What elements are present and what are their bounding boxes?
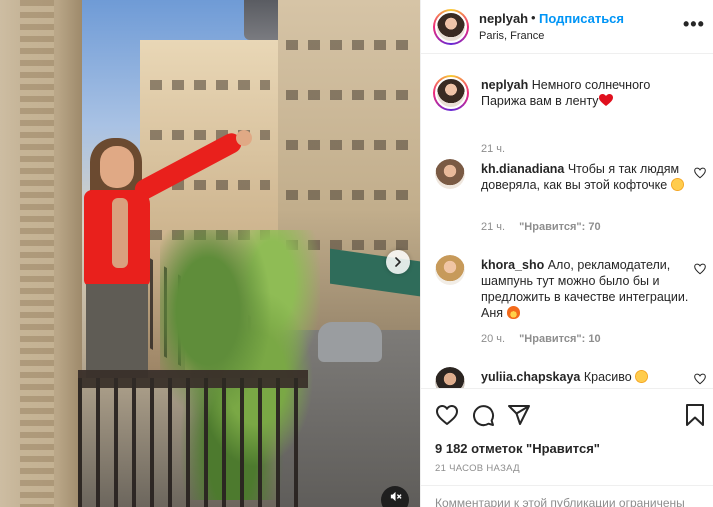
media-person	[84, 129, 252, 378]
post-location[interactable]: Paris, France	[479, 30, 544, 42]
caption-time: 21 ч.	[481, 143, 506, 155]
heart-eyes-face-emoji	[635, 370, 649, 383]
caption-avatar[interactable]	[433, 75, 469, 111]
fire-emoji	[506, 306, 520, 319]
comment-likes[interactable]: "Нравится": 10	[519, 333, 600, 345]
media-shutter	[20, 0, 54, 507]
post-actions: 9 182 отметок "Нравится" 21 ЧАСОВ НАЗАД …	[421, 388, 713, 507]
header-separator: •	[531, 10, 536, 25]
next-media-button[interactable]	[386, 250, 410, 274]
comment-icon[interactable]	[471, 403, 495, 427]
comments-list[interactable]: neplyah Немного солнечного Парижа вам в …	[421, 55, 713, 388]
comment-username[interactable]: khora_sho	[481, 258, 544, 272]
comment-avatar[interactable]	[435, 255, 465, 285]
more-options-button[interactable]: •••	[683, 14, 705, 35]
post-side-panel: neplyah • Подписаться Paris, France ••• …	[420, 0, 713, 507]
likes-count[interactable]: 9 182 отметок "Нравится"	[435, 441, 600, 456]
comment-meta: 21 ч. "Нравится": 70	[481, 221, 601, 233]
comment-body: Красиво	[583, 370, 632, 384]
post-header: neplyah • Подписаться Paris, France •••	[421, 0, 713, 54]
chevron-right-icon	[395, 257, 401, 267]
media-car	[318, 322, 382, 362]
post-timestamp: 21 ЧАСОВ НАЗАД	[435, 463, 520, 474]
comment-text: yuliia.chapskaya Красиво	[481, 369, 691, 385]
comment-like-heart-icon[interactable]	[694, 167, 706, 179]
comment-time: 21 ч.	[481, 221, 506, 233]
follow-button[interactable]: Подписаться	[539, 11, 624, 26]
comment-username[interactable]: yuliia.chapskaya	[481, 370, 580, 384]
comment-text: kh.dianadiana Чтобы я так людям доверяла…	[481, 161, 691, 193]
author-avatar[interactable]	[433, 9, 469, 45]
bookmark-icon[interactable]	[683, 403, 707, 427]
heart-icon[interactable]	[435, 403, 459, 427]
speaker-muted-icon	[390, 491, 402, 501]
post-media[interactable]	[0, 0, 420, 507]
comments-restricted-notice: Комментарии к этой публикации ограничены	[421, 485, 713, 507]
comment-like-heart-icon[interactable]	[694, 263, 706, 275]
paper-plane-icon[interactable]	[507, 403, 531, 427]
media-railing	[78, 370, 308, 507]
author-username[interactable]: neplyah	[479, 11, 528, 26]
heart-eyes-face-emoji	[670, 178, 684, 191]
comment-avatar[interactable]	[435, 159, 465, 189]
comment-avatar[interactable]	[435, 367, 465, 388]
caption-username[interactable]: neplyah	[481, 78, 528, 92]
comment-time: 20 ч.	[481, 333, 506, 345]
comment-likes[interactable]: "Нравится": 70	[519, 221, 600, 233]
caption-text: neplyah Немного солнечного Парижа вам в …	[481, 77, 691, 109]
comment-text: khora_sho Ало, рекламодатели, шампунь ту…	[481, 257, 691, 321]
comment-username[interactable]: kh.dianadiana	[481, 162, 564, 176]
red-heart-emoji	[598, 94, 613, 106]
comment-meta: 20 ч. "Нравится": 10	[481, 333, 601, 345]
mute-button[interactable]	[381, 486, 409, 507]
comment-like-heart-icon[interactable]	[694, 373, 706, 385]
